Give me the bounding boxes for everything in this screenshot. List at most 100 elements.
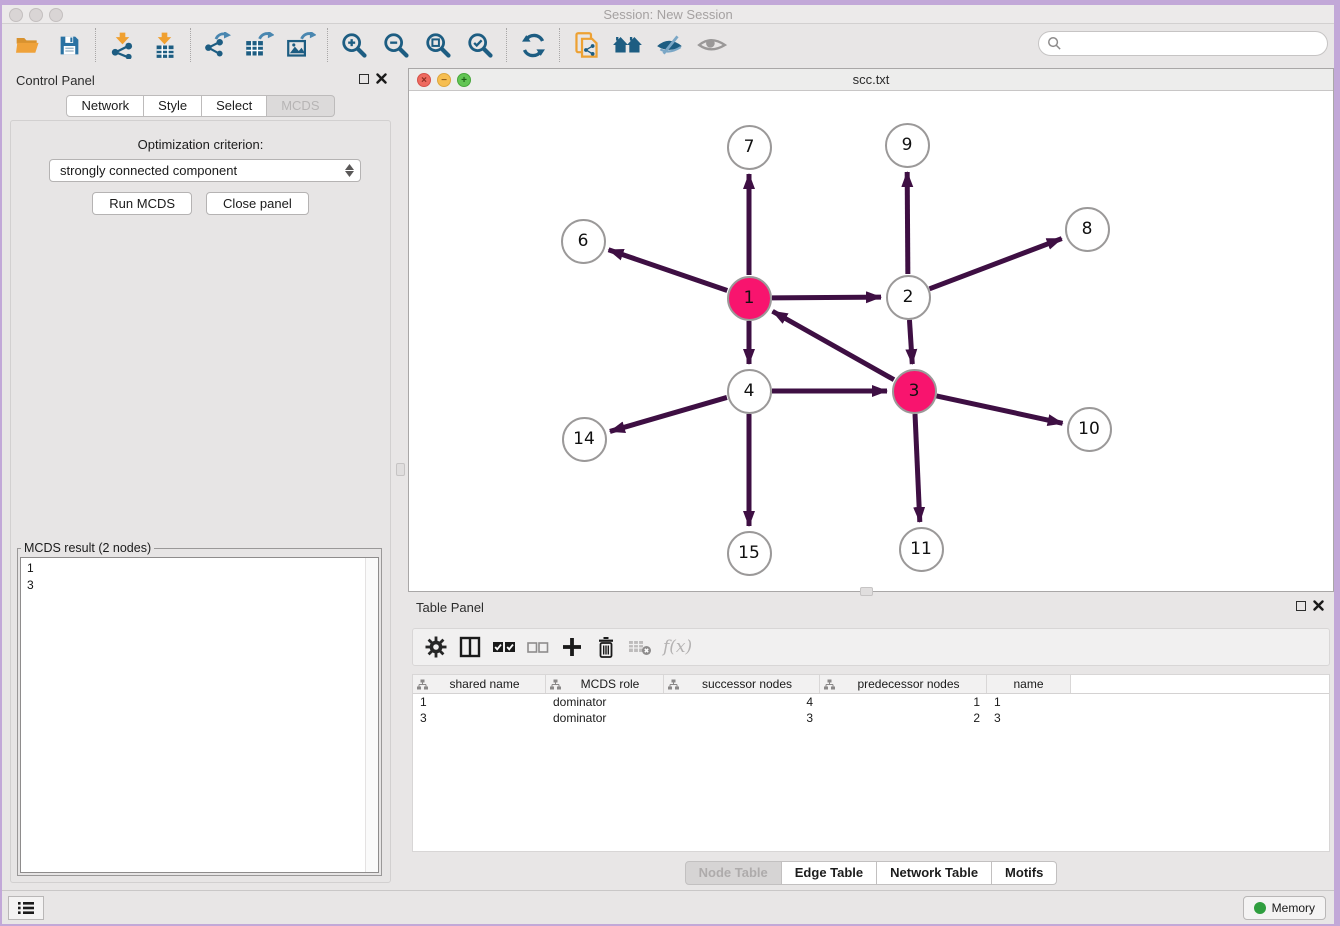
select-all-columns-icon[interactable] [489, 633, 519, 661]
refresh-icon[interactable] [516, 28, 550, 62]
table-cell[interactable]: dominator [546, 710, 664, 726]
graph-node-3[interactable]: 3 [892, 369, 937, 414]
export-image-icon[interactable] [284, 28, 318, 62]
graph-node-8[interactable]: 8 [1065, 207, 1110, 252]
table-tab-motifs[interactable]: Motifs [992, 861, 1057, 885]
mcds-result-text[interactable]: 13 [20, 557, 379, 873]
result-scrollbar[interactable] [365, 558, 378, 872]
edge-3-10[interactable] [936, 396, 1062, 423]
graph-node-15[interactable]: 15 [727, 531, 772, 576]
column-header-shared-name[interactable]: shared name [413, 675, 546, 693]
tab-select[interactable]: Select [202, 95, 267, 117]
toggle-column-view-icon[interactable] [455, 633, 485, 661]
table-cell[interactable]: 1 [413, 694, 546, 710]
hide-graphics-details-icon[interactable] [653, 28, 687, 62]
import-network-icon[interactable] [105, 28, 139, 62]
close-panel-icon[interactable] [376, 73, 387, 84]
home-layout-icon[interactable] [611, 28, 645, 62]
edge-1-6[interactable] [609, 250, 728, 291]
edge-2-8[interactable] [930, 239, 1062, 289]
table-row: 1dominator411 [413, 694, 1329, 710]
open-recent-session-icon[interactable] [569, 28, 603, 62]
search-input[interactable] [1062, 36, 1327, 51]
edge-2-9[interactable] [907, 172, 908, 274]
task-history-button[interactable] [8, 896, 44, 920]
export-network-icon[interactable] [200, 28, 234, 62]
open-file-icon[interactable] [10, 28, 44, 62]
network-window-titlebar: × − + scc.txt [409, 69, 1333, 91]
table-cell[interactable]: 2 [820, 710, 987, 726]
column-header-predecessor-nodes[interactable]: predecessor nodes [820, 675, 987, 693]
mcds-result-line: 3 [27, 577, 378, 594]
control-panel-tabbar: NetworkStyleSelectMCDS [4, 95, 397, 117]
float-table-panel-icon[interactable] [1296, 601, 1306, 611]
network-canvas[interactable]: 7 9 6 8 1 2 4 3 14 10 15 11 [409, 91, 1333, 591]
close-panel-button[interactable]: Close panel [206, 192, 309, 215]
network-close-button[interactable]: × [417, 73, 431, 87]
minimize-window-button[interactable] [29, 8, 43, 22]
zoom-fit-icon[interactable] [421, 28, 455, 62]
control-panel: Control Panel NetworkStyleSelectMCDS Opt… [4, 68, 397, 883]
function-builder-icon[interactable]: f(x) [663, 637, 692, 657]
edge-4-14[interactable] [610, 397, 727, 431]
export-table-icon[interactable] [242, 28, 276, 62]
graph-node-1[interactable]: 1 [727, 276, 772, 321]
table-header-row: shared nameMCDS rolesuccessor nodesprede… [413, 675, 1329, 694]
column-type-icon [824, 679, 835, 690]
delete-column-icon[interactable] [591, 633, 621, 661]
column-header-MCDS-role[interactable]: MCDS role [546, 675, 664, 693]
float-panel-icon[interactable] [359, 74, 369, 84]
edge-3-1[interactable] [773, 311, 894, 379]
vertical-splitter-grip[interactable] [396, 463, 405, 476]
graph-node-14[interactable]: 14 [562, 417, 607, 462]
edge-1-2[interactable] [772, 297, 881, 298]
table-cell[interactable]: 3 [664, 710, 820, 726]
network-maximize-button[interactable]: + [457, 73, 471, 87]
graph-node-9[interactable]: 9 [885, 123, 930, 168]
run-mcds-button[interactable]: Run MCDS [92, 192, 192, 215]
unselect-all-columns-icon[interactable] [523, 633, 553, 661]
table-cell[interactable]: 1 [820, 694, 987, 710]
table-cell[interactable]: 1 [987, 694, 1071, 710]
graph-node-2[interactable]: 2 [886, 275, 931, 320]
toolbar-separator [95, 28, 96, 62]
memory-button[interactable]: Memory [1243, 896, 1326, 920]
search-box[interactable] [1038, 31, 1328, 56]
column-header-successor-nodes[interactable]: successor nodes [664, 675, 820, 693]
column-header-name[interactable]: name [987, 675, 1071, 693]
tab-style[interactable]: Style [144, 95, 202, 117]
tab-network[interactable]: Network [66, 95, 144, 117]
delete-table-icon[interactable] [625, 633, 655, 661]
save-session-icon[interactable] [52, 28, 86, 62]
table-cell[interactable]: 4 [664, 694, 820, 710]
import-table-icon[interactable] [147, 28, 181, 62]
edge-3-11[interactable] [915, 414, 920, 522]
memory-label: Memory [1272, 901, 1315, 915]
zoom-window-button[interactable] [49, 8, 63, 22]
show-graphics-details-icon[interactable] [695, 28, 729, 62]
criterion-select[interactable]: strongly connected component [49, 159, 361, 182]
close-table-panel-icon[interactable] [1313, 600, 1324, 611]
settings-gear-icon[interactable] [421, 633, 451, 661]
network-minimize-button[interactable]: − [437, 73, 451, 87]
table-cell[interactable]: dominator [546, 694, 664, 710]
table-cell[interactable]: 3 [413, 710, 546, 726]
table-tab-edge-table[interactable]: Edge Table [782, 861, 877, 885]
table-cell[interactable]: 3 [987, 710, 1071, 726]
graph-node-4[interactable]: 4 [727, 369, 772, 414]
main-toolbar [2, 24, 1334, 66]
close-window-button[interactable] [9, 8, 23, 22]
zoom-in-icon[interactable] [337, 28, 371, 62]
graph-node-7[interactable]: 7 [727, 125, 772, 170]
table-tab-network-table[interactable]: Network Table [877, 861, 992, 885]
control-panel-header: Control Panel [4, 68, 397, 92]
table-tab-node-table[interactable]: Node Table [685, 861, 782, 885]
zoom-selected-icon[interactable] [463, 28, 497, 62]
graph-node-6[interactable]: 6 [561, 219, 606, 264]
zoom-out-icon[interactable] [379, 28, 413, 62]
edge-2-3[interactable] [909, 320, 912, 364]
graph-node-11[interactable]: 11 [899, 527, 944, 572]
tab-mcds[interactable]: MCDS [267, 95, 334, 117]
graph-node-10[interactable]: 10 [1067, 407, 1112, 452]
add-column-icon[interactable] [557, 633, 587, 661]
